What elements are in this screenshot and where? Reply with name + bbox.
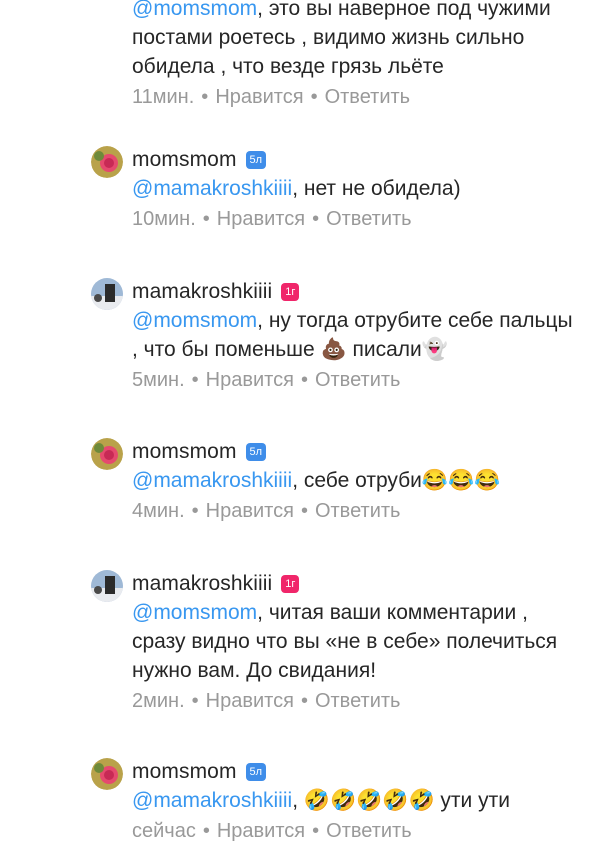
avatar[interactable] [91, 758, 123, 790]
like-button[interactable]: Нравится [215, 86, 303, 108]
like-button[interactable]: Нравится [206, 690, 294, 712]
comment-text: @momsmom, это вы наверное под чужими пос… [132, 0, 580, 81]
timestamp: сейчас [132, 820, 196, 842]
reply-button[interactable]: Ответить [315, 369, 401, 391]
beach-photo-avatar-icon [91, 278, 123, 310]
comment-header: momsmom 5л [132, 146, 580, 174]
comment-body: @momsmom, это вы наверное под чужими пос… [132, 0, 580, 112]
username[interactable]: mamakroshkiiii [132, 572, 272, 596]
username[interactable]: momsmom [132, 440, 237, 464]
rose-avatar-icon [91, 146, 123, 178]
comment-header: mamakroshkiiii 1г [132, 278, 580, 306]
account-age-badge: 1г [281, 283, 300, 301]
mention-link[interactable]: @mamakroshkiiii [132, 177, 292, 200]
avatar[interactable] [91, 278, 123, 310]
mention-link[interactable]: @momsmom [132, 601, 257, 624]
reply-button[interactable]: Ответить [315, 500, 401, 522]
rose-avatar-icon [91, 758, 123, 790]
mention-link[interactable]: @mamakroshkiiii [132, 469, 292, 492]
comment-header: momsmom 5л [132, 438, 580, 466]
comment-text: @momsmom, ну тогда отрубите себе пальцы … [132, 309, 573, 361]
username[interactable]: momsmom [132, 148, 237, 172]
reply-button[interactable]: Ответить [315, 690, 401, 712]
comment-meta: 10мин. • Нравится • Ответить [132, 208, 412, 230]
timestamp: 2мин. [132, 690, 185, 712]
comment-text: @mamakroshkiiii, нет не обидела) [132, 177, 461, 200]
comment-text: @mamakroshkiiii, 🤣🤣🤣🤣🤣 ути ути [132, 789, 510, 812]
comment-meta: 5мин. • Нравится • Ответить [132, 369, 401, 391]
mention-link[interactable]: @mamakroshkiiii [132, 789, 292, 812]
timestamp: 10мин. [132, 208, 196, 230]
comment-body: momsmom 5л @mamakroshkiiii, себе отруби😂… [132, 438, 580, 526]
rose-avatar-icon [91, 438, 123, 470]
like-button[interactable]: Нравится [217, 208, 305, 230]
avatar[interactable] [91, 438, 123, 470]
comment-header: momsmom 5л [132, 758, 580, 786]
comment-header: mamakroshkiiii 1г [132, 570, 580, 598]
username[interactable]: mamakroshkiiii [132, 280, 272, 304]
reply-button[interactable]: Ответить [326, 820, 412, 842]
comment-meta: 11мин. • Нравится • Ответить [132, 86, 411, 108]
comment-body: mamakroshkiiii 1г @momsmom, читая ваши к… [132, 570, 580, 716]
account-age-badge: 1г [281, 575, 300, 593]
reply-button[interactable]: Ответить [325, 86, 411, 108]
account-age-badge: 5л [245, 151, 267, 169]
comment-meta: сейчас • Нравится • Ответить [132, 820, 412, 842]
beach-photo-avatar-icon [91, 570, 123, 602]
timestamp: 5мин. [132, 369, 185, 391]
like-button[interactable]: Нравится [206, 500, 294, 522]
comment-meta: 2мин. • Нравится • Ответить [132, 690, 401, 712]
comment-text: @mamakroshkiiii, себе отруби😂😂😂 [132, 469, 501, 492]
mention-link[interactable]: @momsmom [132, 0, 257, 20]
comment-body: momsmom 5л @mamakroshkiiii, 🤣🤣🤣🤣🤣 ути ут… [132, 758, 580, 846]
like-button[interactable]: Нравится [206, 369, 294, 391]
comment-meta: 4мин. • Нравится • Ответить [132, 500, 401, 522]
comment-body: mamakroshkiiii 1г @momsmom, ну тогда отр… [132, 278, 580, 395]
avatar[interactable] [91, 570, 123, 602]
comment-body: momsmom 5л @mamakroshkiiii, нет не обиде… [132, 146, 580, 234]
timestamp: 4мин. [132, 500, 185, 522]
mention-link[interactable]: @momsmom [132, 309, 257, 332]
username[interactable]: momsmom [132, 760, 237, 784]
reply-button[interactable]: Ответить [326, 208, 412, 230]
comment-text: @momsmom, читая ваши комментарии , сразу… [132, 601, 558, 682]
timestamp: 11мин. [132, 86, 195, 108]
account-age-badge: 5л [245, 443, 267, 461]
avatar[interactable] [91, 146, 123, 178]
like-button[interactable]: Нравится [217, 820, 305, 842]
account-age-badge: 5л [245, 763, 267, 781]
